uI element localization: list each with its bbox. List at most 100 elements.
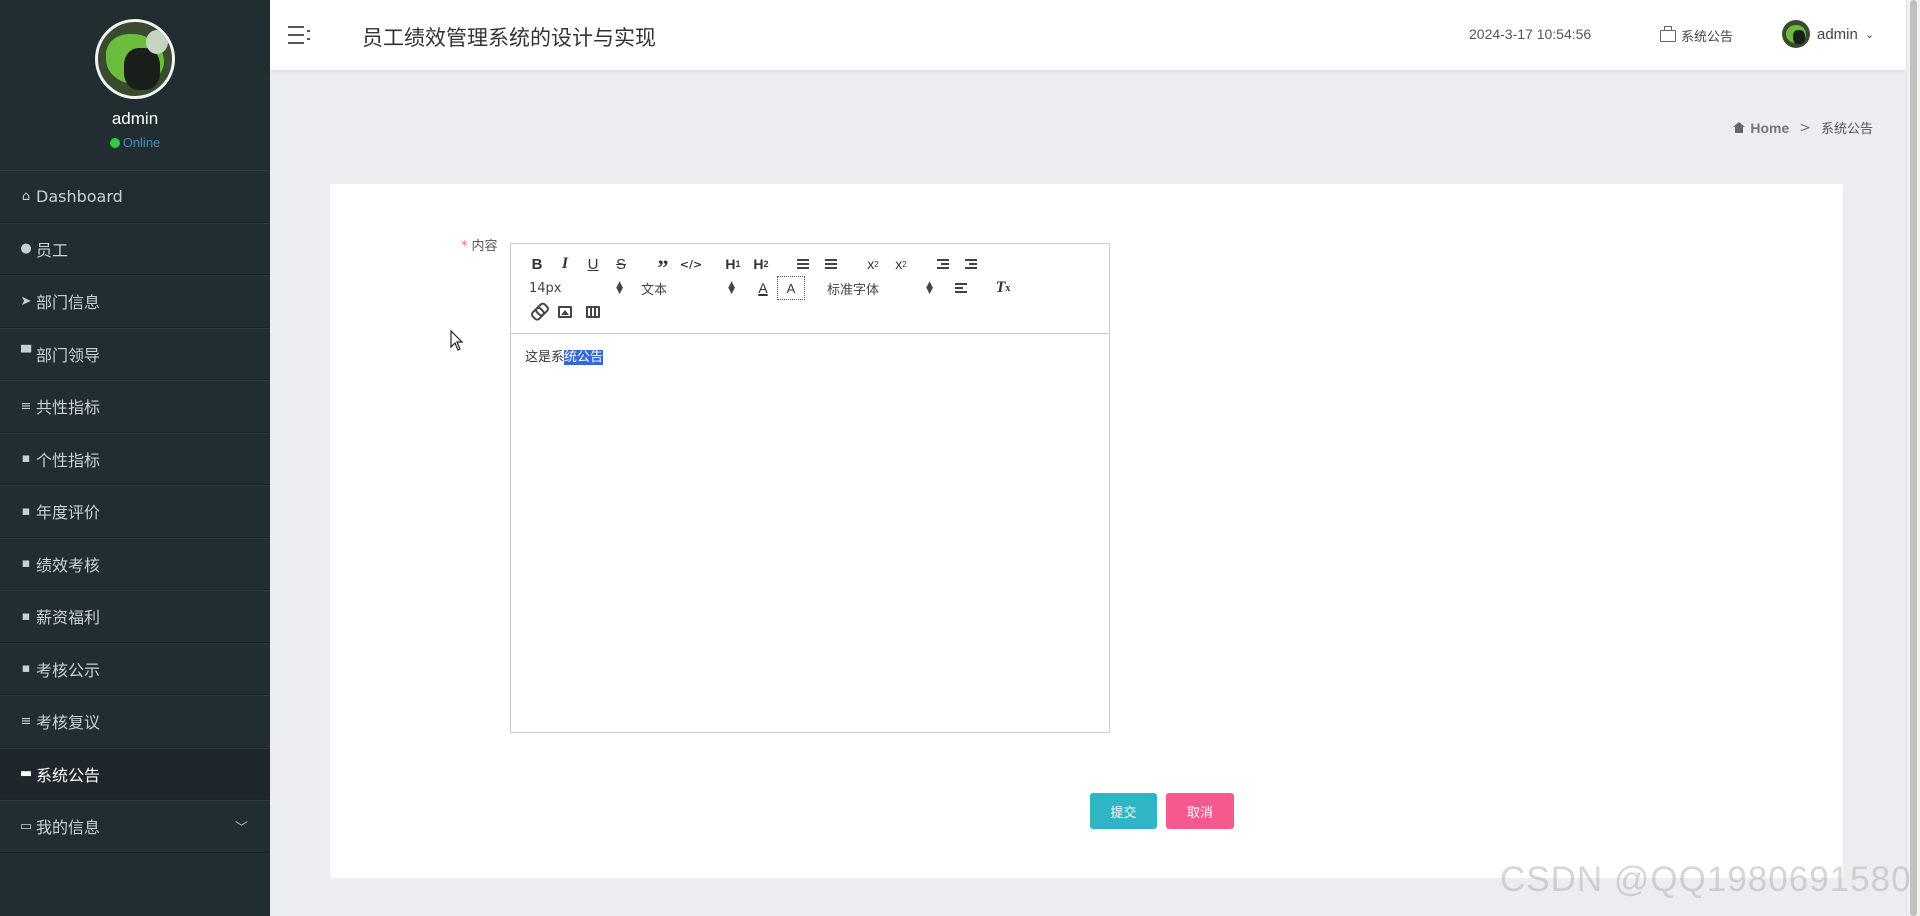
clear-format-icon[interactable]: Tx [989, 276, 1017, 300]
home-icon: ⌂ [21, 188, 31, 204]
sidebar-item-department[interactable]: ➤ 部门信息 [0, 275, 270, 328]
font-family-value: 标准字体 [827, 282, 880, 298]
editor-selected-text: 统公告 [564, 350, 604, 365]
sidebar-item-annual-evaluation[interactable]: ▪ 年度评价 [0, 485, 270, 538]
bullet-list-icon[interactable] [817, 252, 845, 276]
user-avatar [1782, 20, 1810, 48]
rich-text-editor: B I U S ” </> H1 H2 x2 x2 14px ▲ ▼ 文本 ▲ … [510, 243, 1110, 733]
sidebar-item-personal-indicators[interactable]: ▪ 个性指标 [0, 432, 270, 485]
mouse-cursor-icon [450, 330, 464, 351]
sidebar-item-salary[interactable]: ▪ 薪资福利 [0, 590, 270, 643]
sidebar-item-label: 我的信息 [36, 818, 101, 838]
blockquote-icon[interactable]: ” [649, 252, 677, 279]
content-field-label: * 内容 [461, 235, 498, 254]
ordered-list-icon[interactable] [789, 252, 817, 276]
editor-content-area[interactable]: 这是系统公告 [511, 334, 1109, 377]
select-arrows-icon: ▲ ▼ [728, 280, 735, 296]
editor-text: 这是系 [525, 350, 565, 365]
sidebar-item-label: 考核公示 [36, 660, 101, 680]
sidebar-item-label: 部门领导 [36, 345, 101, 365]
superscript-icon[interactable]: x2 [887, 252, 915, 276]
sidebar-item-label: 员工 [36, 240, 69, 260]
header-format-value: 文本 [641, 282, 668, 298]
cancel-button[interactable]: 取消 [1166, 793, 1234, 829]
status-dot-icon [109, 137, 120, 148]
breadcrumb-home-label: Home [1750, 119, 1790, 136]
sidebar-item-label: Dashboard [36, 186, 123, 206]
indent-icon[interactable] [957, 252, 985, 276]
italic-icon[interactable]: I [551, 252, 579, 276]
chevron-down-icon: ⌄ [1864, 28, 1875, 41]
font-color-icon[interactable]: A [749, 276, 777, 300]
user-name: admin [1817, 25, 1858, 43]
header-format-select[interactable]: 文本 ▲ ▼ [623, 276, 735, 300]
sidebar-item-label: 共性指标 [36, 398, 101, 418]
list-icon: ≡ [20, 713, 32, 729]
font-family-select[interactable]: 标准字体 ▲ ▼ [805, 276, 933, 300]
editor-toolbar: B I U S ” </> H1 H2 x2 x2 14px ▲ ▼ 文本 ▲ … [511, 244, 1109, 334]
font-size-select[interactable]: 14px ▲ ▼ [523, 276, 623, 300]
monitor-icon: ▀ [21, 346, 31, 362]
home-icon [1733, 122, 1746, 133]
card-icon: ▭ [19, 818, 33, 834]
list-icon: ≡ [20, 398, 32, 414]
outdent-icon[interactable] [929, 252, 957, 276]
code-block-icon[interactable]: </> [677, 252, 705, 276]
grid-icon: ▪ [21, 556, 31, 572]
breadcrumb: Home > 系统公告 [1733, 118, 1873, 137]
strikethrough-icon[interactable]: S [607, 252, 635, 276]
sidebar-item-common-indicators[interactable]: ≡ 共性指标 [0, 380, 270, 433]
online-status: Online [0, 135, 270, 150]
sidebar: admin Online ⌂ Dashboard ● 员工 ➤ 部门信息 ▀ 部… [0, 0, 270, 916]
vertical-scrollbar[interactable] [1906, 0, 1920, 916]
app-title: 员工绩效管理系统的设计与实现 [362, 26, 656, 50]
sidebar-item-dashboard[interactable]: ⌂ Dashboard [0, 170, 270, 223]
top-header: 员工绩效管理系统的设计与实现 2024-3-17 10:54:56 系统公告 a… [270, 0, 1906, 70]
sidebar-menu: ⌂ Dashboard ● 员工 ➤ 部门信息 ▀ 部门领导 ≡ 共性指标 ▪ … [0, 170, 270, 853]
submit-button[interactable]: 提交 [1090, 793, 1157, 829]
sidebar-item-employee[interactable]: ● 员工 [0, 222, 270, 275]
grid-icon: ▪ [21, 661, 31, 677]
grid-icon: ▪ [21, 503, 31, 519]
scrollbar-thumb[interactable] [1910, 0, 1917, 916]
link-icon[interactable] [523, 300, 551, 324]
font-size-value: 14px [529, 280, 562, 296]
heading-1-icon[interactable]: H1 [719, 252, 747, 276]
user-profile: admin Online [0, 0, 270, 170]
bold-icon[interactable]: B [523, 252, 551, 276]
menu-toggle-icon[interactable] [288, 24, 312, 46]
breadcrumb-home[interactable]: Home [1733, 120, 1789, 136]
current-datetime: 2024-3-17 10:54:56 [1469, 26, 1592, 42]
pin-icon: ● [20, 241, 32, 257]
grid-icon: ▪ [21, 451, 31, 467]
sidebar-item-review-publicity[interactable]: ▪ 考核公示 [0, 642, 270, 695]
sidebar-item-label: 薪资福利 [36, 608, 101, 628]
sidebar-item-label: 部门信息 [36, 293, 101, 313]
video-icon[interactable] [579, 300, 607, 324]
heading-2-icon[interactable]: H2 [747, 252, 775, 276]
sidebar-item-label: 系统公告 [36, 765, 101, 785]
sidebar-item-my-info[interactable]: ▭ 我的信息 ﹀ [0, 800, 270, 853]
sidebar-item-label: 年度评价 [36, 503, 101, 523]
select-arrows-icon: ▲ ▼ [616, 280, 623, 296]
grid-icon: ▪ [21, 608, 31, 624]
user-menu[interactable]: admin ⌄ [1782, 20, 1874, 48]
avatar [95, 19, 175, 99]
sidebar-item-label: 考核复议 [36, 713, 101, 733]
notice-icon [1660, 25, 1676, 42]
sidebar-item-department-leader[interactable]: ▀ 部门领导 [0, 327, 270, 380]
required-mark: * [461, 239, 468, 254]
sidebar-item-label: 绩效考核 [36, 555, 101, 575]
align-icon[interactable] [947, 276, 975, 300]
sidebar-item-performance-review[interactable]: ▪ 绩效考核 [0, 537, 270, 590]
header-notice-link[interactable]: 系统公告 [1660, 25, 1733, 45]
image-icon[interactable] [551, 300, 579, 324]
sidebar-item-system-notice[interactable]: ▬ 系统公告 [0, 747, 270, 800]
status-label: Online [122, 135, 161, 150]
sidebar-item-review-appeal[interactable]: ≡ 考核复议 [0, 695, 270, 748]
ticket-icon: ▬ [19, 766, 33, 782]
underline-icon[interactable]: U [579, 252, 607, 276]
subscript-icon[interactable]: x2 [859, 252, 887, 276]
background-color-icon[interactable]: A [777, 276, 805, 300]
profile-name: admin [111, 109, 159, 128]
